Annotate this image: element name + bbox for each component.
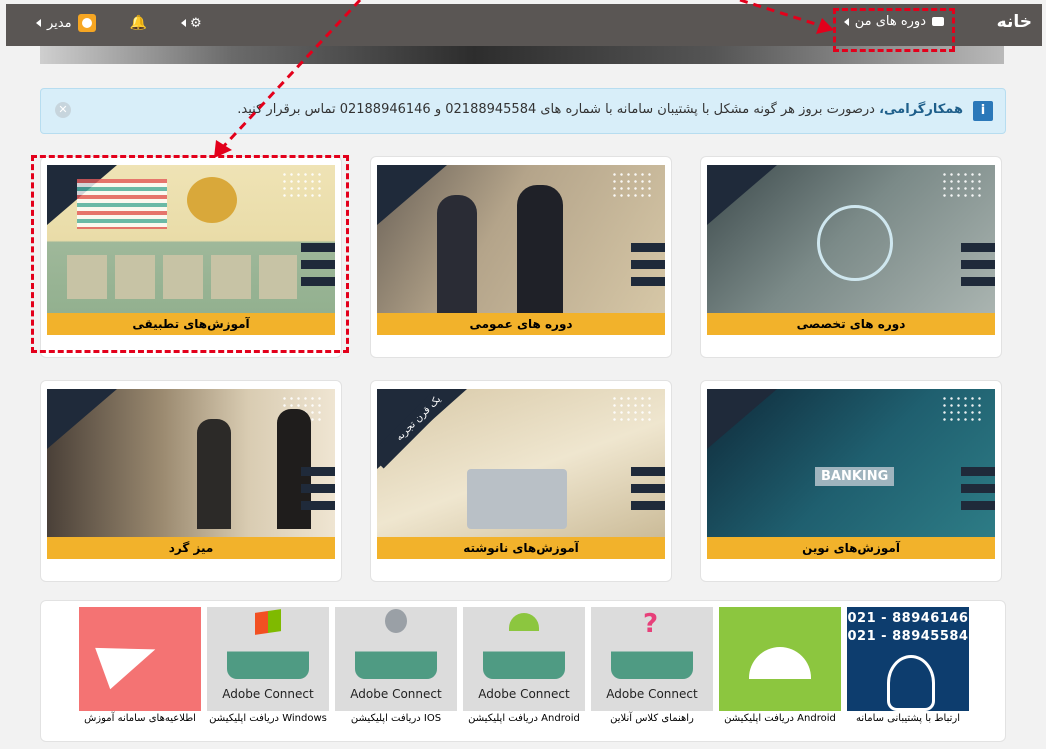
card-modern-training[interactable]: BANKING آموزش‌های نوین — [700, 380, 1002, 582]
banking-label: BANKING — [815, 467, 895, 486]
adobe-android-label: دریافت اپلیکیشن Android — [468, 713, 580, 724]
user-tools: مدیر 🔔 ⚙ — [36, 14, 202, 32]
alert-title: همکارگرامی، — [879, 102, 963, 117]
quick-links-panel: 021 - 88946146 021 - 88945584 ارتباط با … — [40, 600, 1006, 742]
card-caption: دوره های تخصصی — [707, 313, 995, 335]
dots-decoration — [611, 171, 651, 201]
card-caption: میز گرد — [47, 537, 335, 559]
windows-icon — [255, 609, 281, 635]
bars-decoration — [631, 467, 665, 518]
close-icon[interactable]: ✕ — [55, 102, 71, 118]
support-contact-tile[interactable]: 021 - 88946146 021 - 88945584 — [847, 607, 969, 711]
bell-icon[interactable]: 🔔 — [130, 15, 147, 31]
people-icon — [611, 633, 693, 679]
gears-icon — [817, 205, 893, 281]
corner-decoration — [47, 389, 117, 449]
general-courses-image — [377, 165, 665, 333]
online-class-guide-tile[interactable]: ? Adobe Connect — [591, 607, 713, 711]
people-figure — [197, 419, 231, 529]
card-specialized-courses[interactable]: دوره های تخصصی — [700, 156, 1002, 358]
card-caption: آموزش‌های نانوشته — [377, 537, 665, 559]
highlight-my-courses — [833, 8, 955, 52]
settings-menu[interactable]: ⚙ — [181, 16, 202, 31]
laptop-figure — [467, 469, 567, 529]
info-alert: i همکارگرامی، درصورت بروز هر گونه مشکل ب… — [40, 88, 1006, 134]
headset-icon — [887, 655, 935, 711]
bars-decoration — [631, 243, 665, 294]
apple-icon — [385, 609, 407, 633]
phone-number-1: 021 - 88946146 — [847, 611, 969, 626]
dots-decoration — [941, 395, 981, 425]
card-round-table[interactable]: میز گرد — [40, 380, 342, 582]
android-app-tile[interactable] — [719, 607, 841, 711]
adobe-ios-label: دریافت اپلیکیشن IOS — [350, 713, 442, 724]
gear-icon: ⚙ — [190, 15, 202, 31]
user-name: مدیر — [47, 15, 72, 31]
corner-decoration — [707, 165, 777, 225]
unwritten-training-image: یک قرن تجربه — [377, 389, 665, 557]
support-contact-label: ارتباط با پشتیبانی سامانه — [856, 713, 960, 724]
round-table-image — [47, 389, 335, 557]
user-menu[interactable]: مدیر — [36, 14, 96, 32]
alert-message: همکارگرامی، درصورت بروز هر گونه مشکل با … — [237, 102, 963, 117]
dots-decoration — [611, 395, 651, 425]
android-icon — [509, 613, 539, 631]
info-icon: i — [973, 101, 993, 121]
card-caption: آموزش‌های نوین — [707, 537, 995, 559]
dots-decoration — [941, 171, 981, 201]
android-app-label: دریافت اپلیکیشن Android — [724, 713, 836, 724]
adobe-windows-label: دریافت اپلیکیشن Windows — [209, 713, 327, 724]
online-class-guide-label: راهنمای کلاس آنلاین — [610, 713, 694, 724]
bars-decoration — [961, 467, 995, 518]
phone-number-2: 021 - 88945584 — [847, 629, 969, 644]
megaphone-icon — [95, 628, 163, 690]
people-icon — [355, 633, 437, 679]
adobe-connect-label: Adobe Connect — [606, 687, 698, 701]
android-icon — [749, 647, 811, 679]
adobe-ios-tile[interactable]: Adobe Connect — [335, 607, 457, 711]
avatar — [77, 14, 96, 32]
bars-decoration — [961, 243, 995, 294]
bars-decoration — [301, 467, 335, 518]
people-icon — [483, 633, 565, 679]
highlight-adaptive-training — [31, 155, 349, 353]
announcements-tile[interactable] — [79, 607, 201, 711]
people-figure — [437, 195, 477, 315]
adobe-windows-tile[interactable]: Adobe Connect — [207, 607, 329, 711]
adobe-connect-label: Adobe Connect — [350, 687, 442, 701]
card-unwritten-training[interactable]: یک قرن تجربه آموزش‌های نانوشته — [370, 380, 672, 582]
announcements-label: اطلاعیه‌های سامانه آموزش — [84, 713, 196, 724]
alert-text: درصورت بروز هر گونه مشکل با پشتیبان ساما… — [237, 102, 875, 117]
modern-training-image: BANKING — [707, 389, 995, 557]
adobe-connect-label: Adobe Connect — [222, 687, 314, 701]
settings-dropdown-arrow-icon — [181, 19, 187, 27]
card-general-courses[interactable]: دوره های عمومی — [370, 156, 672, 358]
adobe-connect-label: Adobe Connect — [478, 687, 570, 701]
corner-decoration — [707, 389, 777, 449]
people-figure — [517, 185, 563, 315]
home-link[interactable]: خانه — [997, 12, 1032, 32]
card-caption: دوره های عمومی — [377, 313, 665, 335]
user-dropdown-arrow-icon — [36, 19, 41, 27]
people-icon — [227, 633, 309, 679]
adobe-android-tile[interactable]: Adobe Connect — [463, 607, 585, 711]
specialized-courses-image — [707, 165, 995, 333]
